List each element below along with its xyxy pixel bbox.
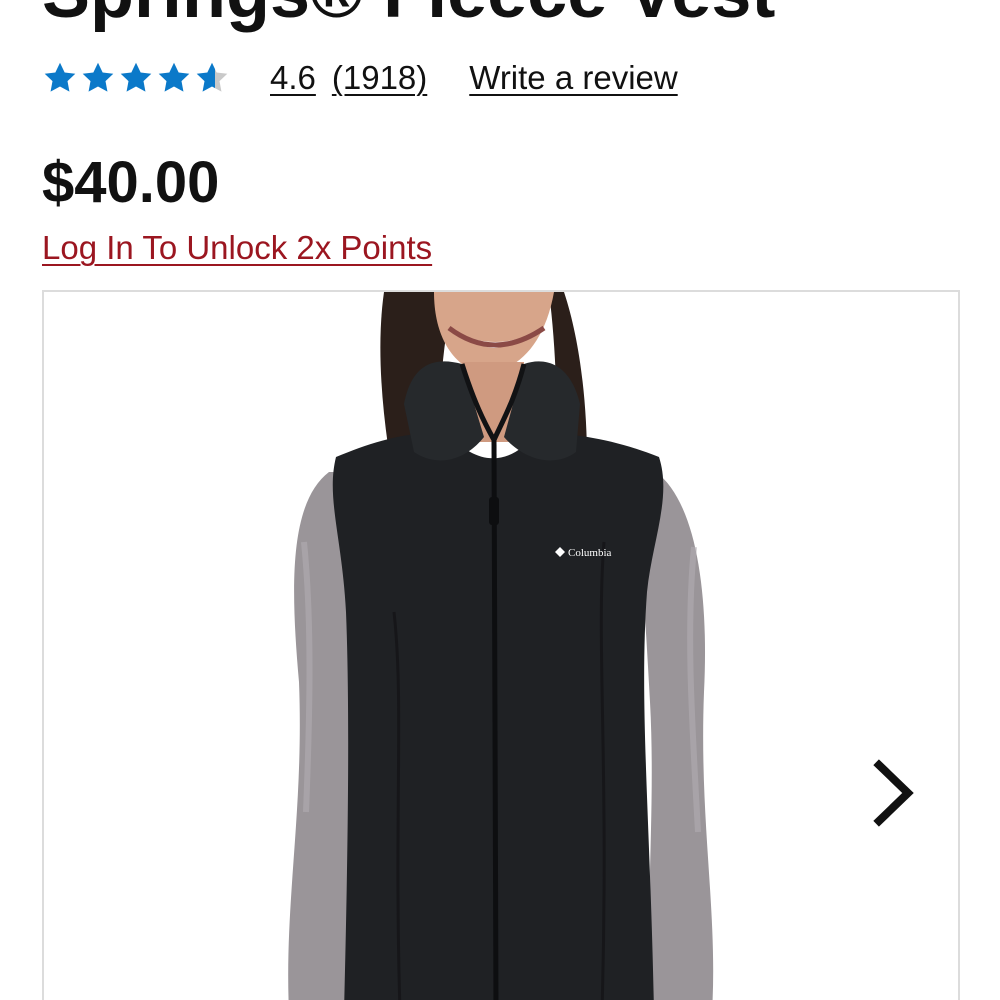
unlock-points-link[interactable]: Log In To Unlock 2x Points xyxy=(42,226,432,270)
product-image-gallery[interactable]: Columbia xyxy=(42,290,960,1000)
product-price: $40.00 xyxy=(42,150,220,215)
star-icon xyxy=(158,62,190,92)
star-rating xyxy=(42,60,232,96)
product-title: Springs® Fleece Vest xyxy=(42,0,775,32)
partial-star-icon xyxy=(196,62,228,92)
rating-value-link[interactable]: 4.6 xyxy=(270,59,316,97)
brand-logo-text: Columbia xyxy=(568,547,612,559)
chevron-right-icon[interactable] xyxy=(864,757,924,829)
rating-row: 4.6 (1918) Write a review xyxy=(42,56,678,100)
star-icon xyxy=(120,62,152,92)
product-photo: Columbia xyxy=(44,292,958,1000)
star-icon xyxy=(44,62,76,92)
write-review-link[interactable]: Write a review xyxy=(469,59,677,97)
product-page: Springs® Fleece Vest 4.6 (1918) Write a … xyxy=(0,0,1000,1000)
review-count-link[interactable]: (1918) xyxy=(332,59,427,97)
star-icon xyxy=(82,62,114,92)
